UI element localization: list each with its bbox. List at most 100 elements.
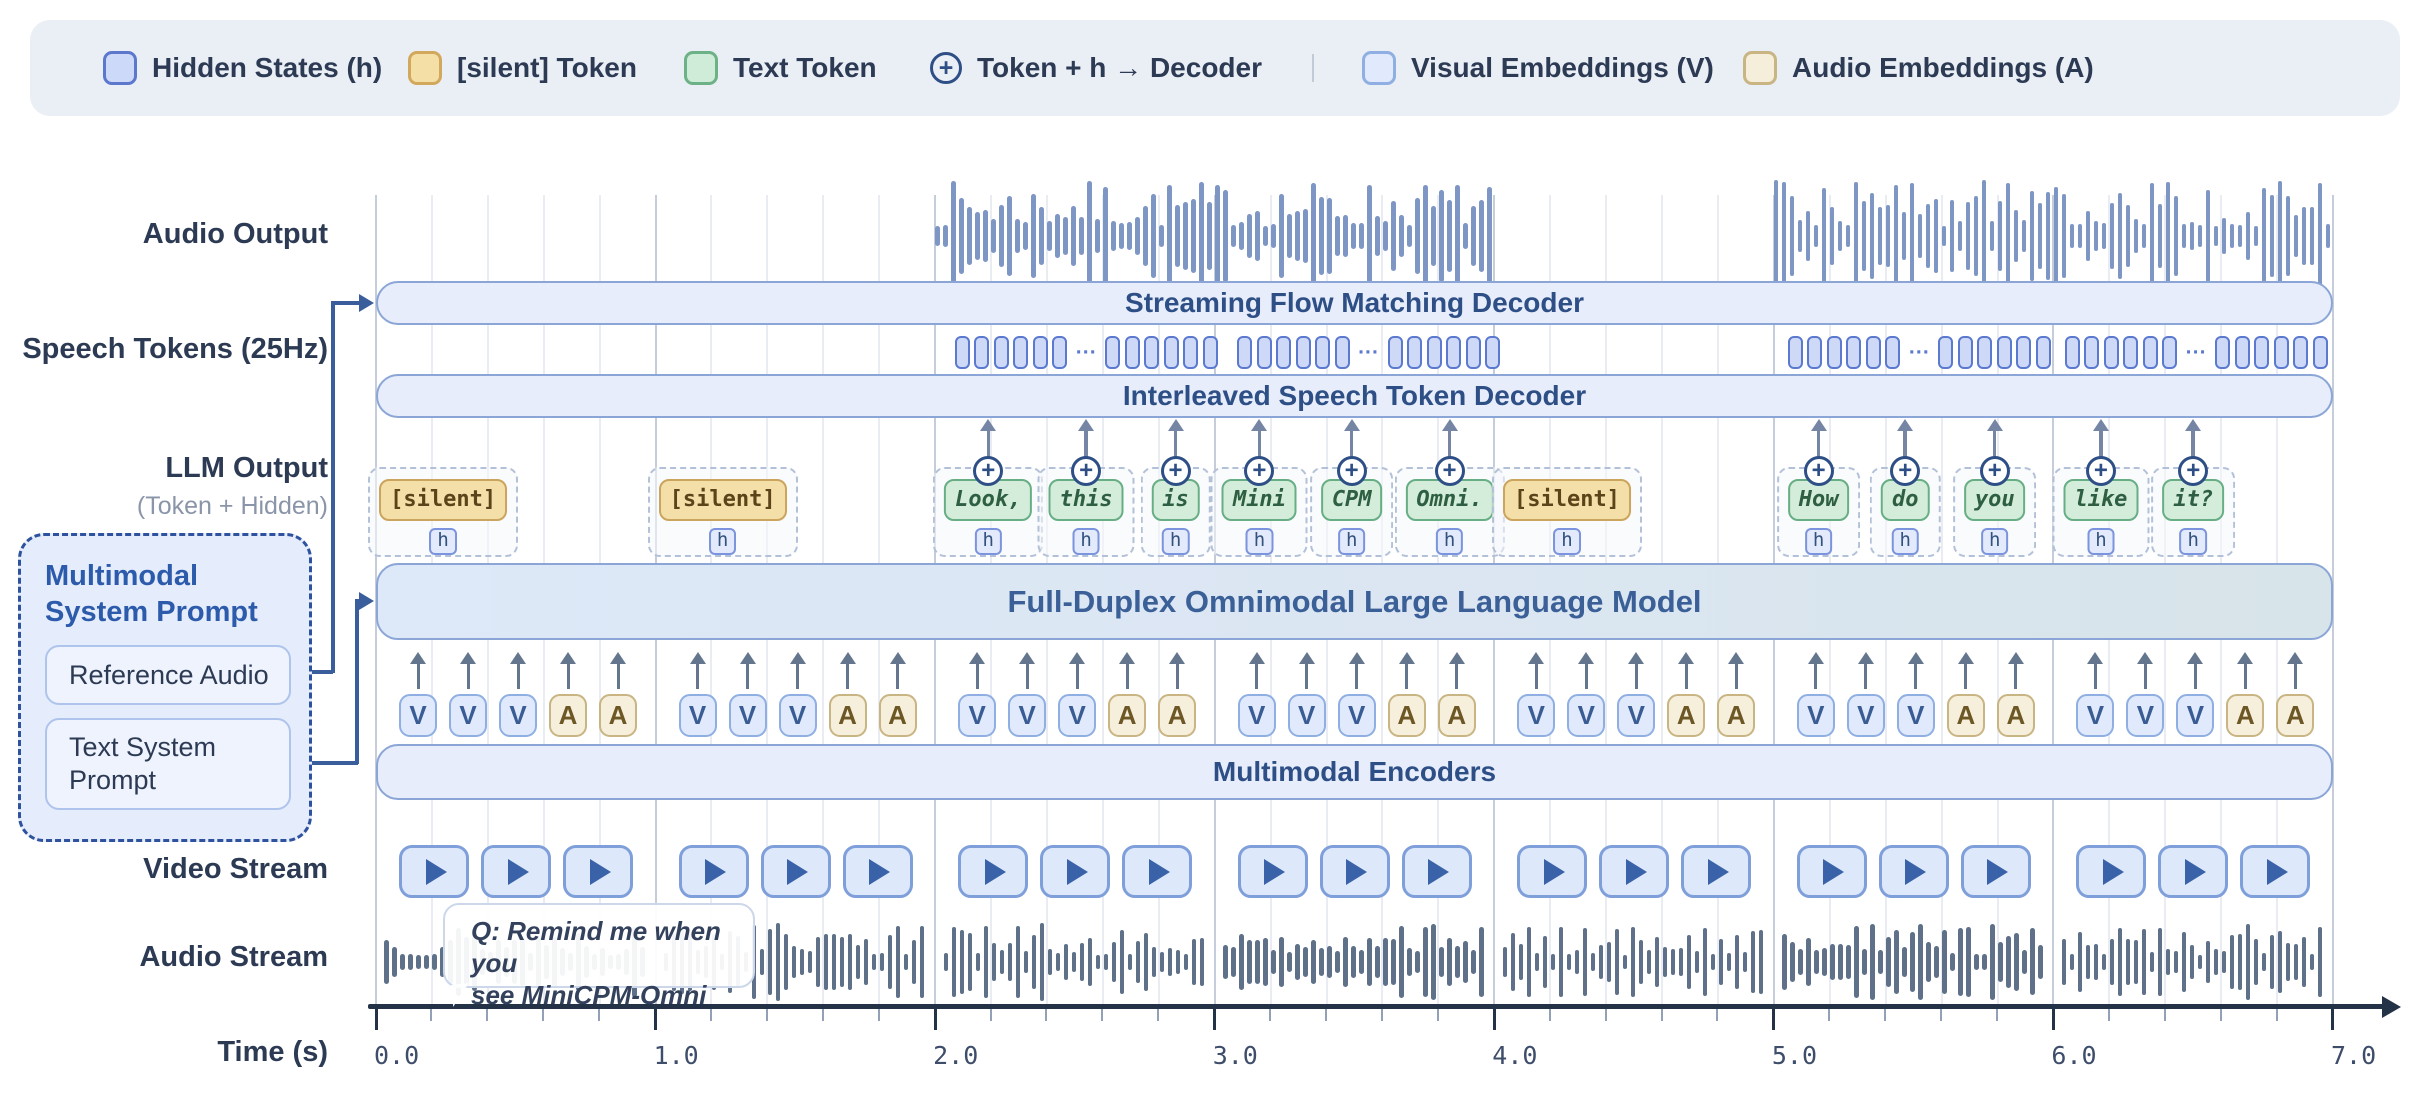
visual-embedding-box: V: [1058, 694, 1096, 737]
video-frame-box: [761, 845, 831, 898]
video-frame-box: [1238, 845, 1308, 898]
audio-stream-waveform-bar: [1567, 954, 1572, 971]
audio-output-waveform-bar: [1862, 201, 1867, 270]
video-frame-box: [679, 845, 749, 898]
time-tick-label: 7.0: [2331, 1041, 2376, 1070]
question-bubble-tail: [451, 983, 471, 1007]
audio-output-waveform-bar: [2054, 187, 2059, 285]
audio-stream-waveform-bar: [1990, 924, 1995, 1000]
audio-stream-waveform-bar: [1822, 948, 1827, 975]
video-frame-box: [1122, 845, 1192, 898]
visual-embedding-box: V: [2176, 694, 2214, 737]
audio-output-waveform-bar: [1103, 187, 1108, 284]
reference-audio-connector-v: [331, 301, 335, 673]
visual-embedding-box: V: [1338, 694, 1376, 737]
row-label-speech-tokens: Speech Tokens (25Hz): [0, 333, 328, 366]
multimodal-system-prompt-title: Multimodal System Prompt: [45, 558, 295, 630]
time-tick: [2164, 1009, 2166, 1021]
audio-stream-waveform-bar: [1535, 953, 1540, 971]
play-icon: [1823, 859, 1844, 885]
time-tick: [1716, 1009, 1718, 1021]
embedding-arrowhead-icon: [969, 652, 985, 664]
visual-embedding-box: V: [1897, 694, 1935, 737]
speech-token-box: [2254, 336, 2269, 369]
time-tick: [878, 1009, 880, 1021]
embedding-arrow: [1864, 663, 1867, 689]
multimodal-encoders-label: Multimodal Encoders: [1213, 756, 1496, 788]
audio-output-waveform-bar: [1375, 216, 1380, 256]
embedding-arrowhead-icon: [1349, 652, 1365, 664]
audio-output-waveform-bar: [2230, 224, 2235, 248]
audio-output-waveform-bar: [1814, 225, 1819, 246]
embedding-arrow: [2094, 663, 2097, 689]
audio-embedding-box: A: [549, 694, 587, 737]
audio-stream-waveform-bar: [1447, 938, 1452, 987]
audio-output-waveform-bar: [1151, 194, 1156, 278]
audio-stream-waveform-bar: [2022, 950, 2027, 974]
audio-stream-waveform-bar: [400, 954, 405, 970]
embedding-arrowhead-icon: [460, 652, 476, 664]
speech-token-box: [1335, 336, 1350, 369]
audio-stream-waveform-bar: [1846, 945, 1851, 979]
audio-stream-waveform-bar: [808, 951, 813, 972]
play-icon: [590, 859, 611, 885]
speech-token-box: [1276, 336, 1291, 369]
speech-token-box: [1807, 336, 1822, 369]
token-to-decoder-arrowhead-icon: [1987, 419, 2003, 431]
audio-output-waveform-bar: [2302, 207, 2307, 264]
audio-output-waveform-bar: [1335, 216, 1340, 257]
audio-output-waveform-bar: [1479, 200, 1484, 271]
audio-stream-waveform-bar: [984, 926, 989, 997]
audio-output-waveform-bar: [1047, 221, 1052, 251]
speech-token-group: ···: [1237, 336, 1500, 369]
audio-output-waveform-bar: [2014, 210, 2019, 261]
audio-stream-waveform-bar: [1192, 939, 1197, 986]
audio-output-waveform-bar: [1471, 206, 1476, 265]
audio-output-waveform-bar: [2318, 183, 2323, 290]
audio-stream-waveform-bar: [1200, 938, 1205, 987]
plus-combine-icon: +: [1804, 456, 1834, 486]
audio-output-waveform-bar: [1191, 199, 1196, 274]
audio-output-waveform-bar: [967, 207, 972, 265]
audio-stream-waveform-bar: [896, 926, 901, 999]
audio-stream-waveform-bar: [1080, 943, 1085, 980]
legend-item: [silent] Token: [408, 20, 637, 116]
speech-token-box: [1013, 336, 1028, 369]
audio-stream-waveform-bar: [2198, 955, 2203, 969]
audio-stream-waveform-bar: [944, 953, 949, 971]
time-tick: [1549, 1009, 1551, 1021]
audio-output-waveform-bar: [1175, 205, 1180, 267]
audio-stream-waveform-bar: [424, 955, 429, 969]
play-icon: [1905, 859, 1926, 885]
audio-stream-waveform-bar: [1910, 932, 1915, 992]
audio-output-waveform-bar: [1878, 207, 1883, 265]
audio-stream-waveform-bar: [1782, 934, 1787, 991]
audio-output-waveform-bar: [1958, 221, 1963, 251]
audio-stream-waveform-bar: [824, 934, 829, 989]
audio-stream-waveform-bar: [1918, 924, 1923, 999]
audio-output-waveform-bar: [1327, 198, 1332, 274]
time-tick: [1605, 1009, 1607, 1021]
visual-embedding-box: V: [1617, 694, 1655, 737]
audio-output-waveform-bar: [2134, 219, 2139, 252]
question-bubble-line2: see MiniCPM-Omni: [471, 979, 753, 1011]
audio-stream-waveform-bar: [1735, 935, 1740, 988]
audio-stream-waveform-bar: [2286, 943, 2291, 982]
speech-token-group: ···: [1788, 336, 2051, 369]
audio-output-waveform-bar: [1127, 222, 1132, 250]
audio-stream-waveform-bar: [1064, 944, 1069, 981]
play-icon: [1264, 859, 1285, 885]
audio-output-waveform-bar: [999, 205, 1004, 266]
audio-stream-waveform-bar: [1679, 948, 1684, 976]
audio-stream-waveform-bar: [1231, 947, 1236, 977]
speech-token-box: [1788, 336, 1803, 369]
audio-stream-waveform-bar: [2070, 954, 2075, 969]
speech-token-group: ···: [2065, 336, 2328, 369]
time-tick: [1772, 1009, 1775, 1030]
audio-output-waveform-bar: [951, 181, 956, 290]
interleaved-speech-token-decoder-label: Interleaved Speech Token Decoder: [1123, 380, 1586, 412]
audio-output-waveform-bar: [2222, 218, 2227, 254]
audio-output-waveform-bar: [2142, 224, 2147, 249]
time-tick: [1045, 1009, 1047, 1021]
embedding-arrowhead-icon: [1808, 652, 1824, 664]
